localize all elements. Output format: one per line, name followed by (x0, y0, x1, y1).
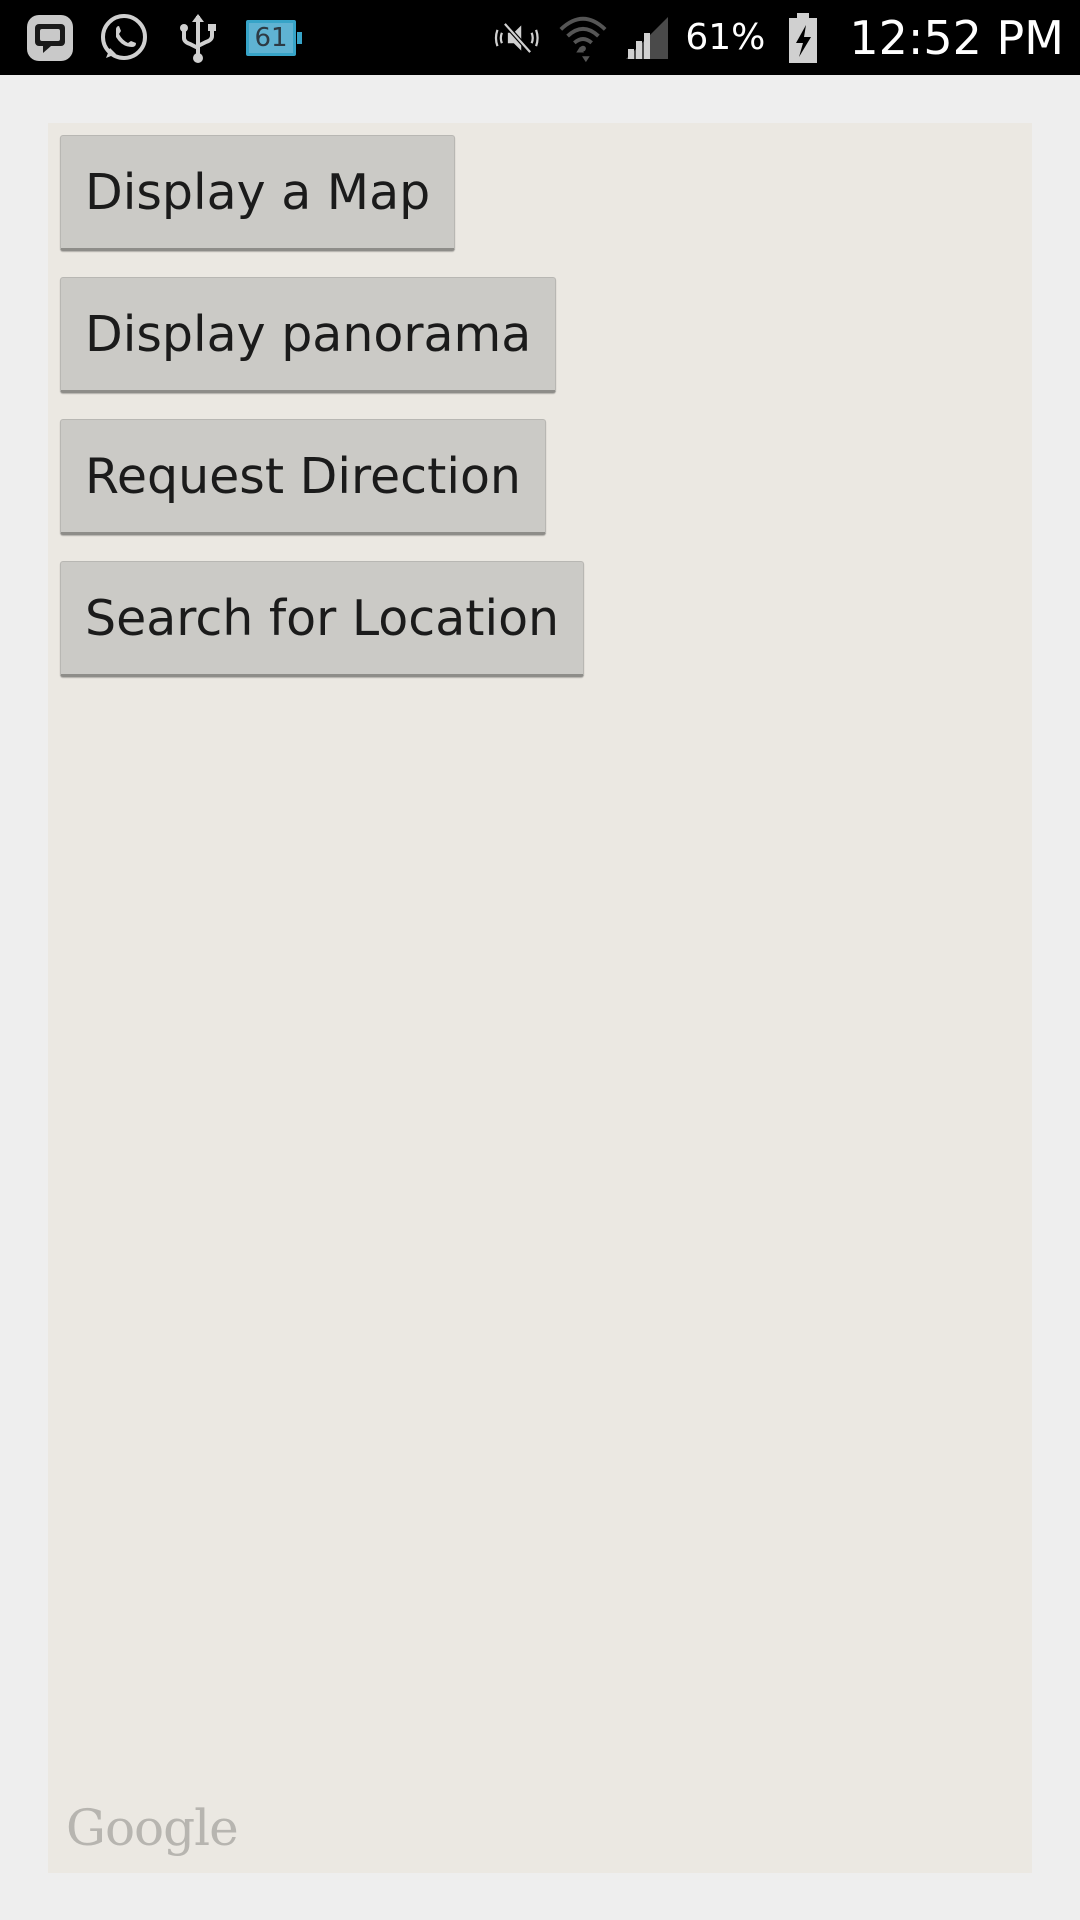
status-bar-notifications: 61 (24, 10, 302, 66)
wifi-icon (557, 12, 609, 64)
search-location-button[interactable]: Search for Location (60, 561, 585, 677)
status-bar-system: 61% 12:52 PM (493, 0, 1064, 75)
bbm-icon (24, 12, 76, 64)
status-bar: 61 61% 12:52 PM (0, 0, 1080, 75)
display-panorama-button[interactable]: Display panorama (60, 277, 557, 393)
map-view[interactable]: Display a Map Display panorama Request D… (48, 123, 1032, 1873)
battery-notification-icon: 61 (246, 20, 302, 56)
nfc-mute-icon (493, 12, 545, 64)
battery-charging-icon (777, 12, 829, 64)
button-list: Display a Map Display panorama Request D… (60, 135, 585, 677)
signal-icon (621, 12, 673, 64)
google-logo: Google (66, 1799, 239, 1857)
status-time: 12:52 PM (849, 10, 1064, 65)
usb-icon (172, 12, 224, 64)
display-map-button[interactable]: Display a Map (60, 135, 456, 251)
request-direction-button[interactable]: Request Direction (60, 419, 546, 535)
battery-percent: 61% (685, 17, 766, 58)
app-content: Display a Map Display panorama Request D… (0, 75, 1080, 1920)
whatsapp-icon (98, 12, 150, 64)
